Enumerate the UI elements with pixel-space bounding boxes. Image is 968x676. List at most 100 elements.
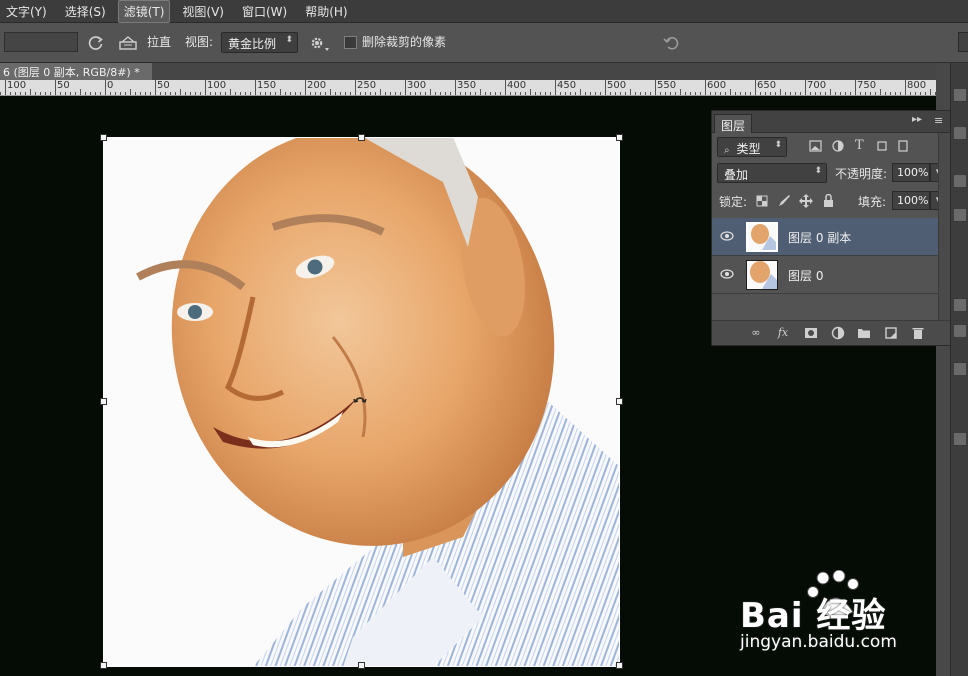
ruler-tick <box>860 92 861 95</box>
layer-name[interactable]: 图层 0 副本 <box>788 229 851 246</box>
crop-handle-bl[interactable] <box>100 662 107 669</box>
strip-button-1[interactable] <box>954 89 966 101</box>
straighten-icon[interactable] <box>118 34 138 52</box>
visibility-eye-icon[interactable] <box>720 268 734 280</box>
strip-button-4[interactable] <box>954 209 966 221</box>
ruler-tick <box>350 92 351 95</box>
menu-help[interactable]: 帮助(H) <box>299 0 353 23</box>
ruler-label: 550 <box>657 80 677 91</box>
collapse-icon[interactable]: ▸▸ <box>912 114 922 125</box>
link-layers-icon[interactable]: ∞ <box>749 326 763 340</box>
ruler-tick <box>880 89 881 95</box>
ruler-tick <box>115 92 116 95</box>
add-mask-icon[interactable] <box>804 326 818 340</box>
strip-button-5[interactable] <box>954 299 966 311</box>
blend-mode-select[interactable]: 叠加 ⬍ <box>717 163 827 183</box>
menu-window[interactable]: 窗口(W) <box>236 0 293 23</box>
lock-move-icon[interactable] <box>799 194 813 208</box>
settings-gear-icon[interactable] <box>309 35 331 53</box>
ruler-label: 750 <box>857 80 877 91</box>
baidu-brand: Bai 经验 <box>740 596 887 636</box>
ruler-tick <box>125 92 126 95</box>
strip-button-6[interactable] <box>954 325 966 337</box>
layers-tab[interactable]: 图层 <box>714 114 753 133</box>
ruler-tick <box>300 92 301 95</box>
ruler-tick <box>365 92 366 95</box>
crop-handle-bc[interactable] <box>358 662 365 669</box>
ruler-tick <box>930 89 931 95</box>
crop-handle-br[interactable] <box>616 662 623 669</box>
view-select[interactable]: 黄金比例 ⬍ <box>221 32 298 53</box>
reset-icon[interactable] <box>662 35 680 51</box>
ruler-tick <box>175 92 176 95</box>
crop-handle-ml[interactable] <box>100 398 107 405</box>
lock-transparent-icon[interactable] <box>756 195 768 207</box>
smart-object-filter-icon[interactable] <box>897 140 909 152</box>
visibility-eye-icon[interactable] <box>720 230 734 242</box>
ruler-tick <box>375 92 376 95</box>
ruler-tick <box>225 92 226 95</box>
menu-select[interactable]: 选择(S) <box>59 0 112 23</box>
strip-button-2[interactable] <box>954 127 966 139</box>
fx-icon[interactable]: fx <box>776 326 790 340</box>
strip-button-3[interactable] <box>954 175 966 187</box>
ruler-tick <box>385 92 386 95</box>
ruler-tick <box>415 92 416 95</box>
strip-button-7[interactable] <box>954 363 966 375</box>
ruler-tick <box>655 80 656 95</box>
layers-scrollbar[interactable] <box>938 133 950 320</box>
filter-kind-select[interactable]: ⌕ 类型 ⬍ <box>717 137 787 157</box>
lock-brush-icon[interactable] <box>777 194 791 207</box>
pixel-filter-icon[interactable] <box>809 140 822 152</box>
rotate-icon[interactable] <box>88 35 104 51</box>
ruler-tick <box>520 92 521 95</box>
ruler-tick <box>855 80 856 95</box>
ruler-tick <box>80 89 81 95</box>
straighten-label[interactable]: 拉直 <box>147 33 171 50</box>
ruler-label: 650 <box>757 80 777 91</box>
ruler-tick <box>25 92 26 95</box>
ratio-input[interactable] <box>4 32 78 52</box>
ruler-tick <box>335 92 336 95</box>
opacity-field[interactable]: 100% <box>892 163 930 182</box>
opacity-label: 不透明度: <box>835 167 888 181</box>
crop-handle-tl[interactable] <box>100 134 107 141</box>
panel-menu-icon[interactable]: ≡ <box>934 114 943 127</box>
adjustment-layer-icon[interactable] <box>831 326 845 340</box>
ruler-tick <box>885 92 886 95</box>
ruler-tick <box>910 92 911 95</box>
ruler-tick <box>410 92 411 95</box>
ruler-label: 600 <box>707 80 727 91</box>
crop-handle-tc[interactable] <box>358 134 365 141</box>
crop-handle-tr[interactable] <box>616 134 623 141</box>
delete-pixels-checkbox[interactable] <box>344 36 357 49</box>
right-tool-strip <box>950 63 968 676</box>
layer-row-base[interactable]: 图层 0 <box>712 256 938 294</box>
fill-field[interactable]: 100% <box>892 191 930 210</box>
menu-view[interactable]: 视图(V) <box>176 0 230 23</box>
layer-name[interactable]: 图层 0 <box>788 267 823 284</box>
ruler-tick <box>735 92 736 95</box>
ruler-tick <box>660 92 661 95</box>
commit-button[interactable] <box>958 32 968 52</box>
new-group-icon[interactable] <box>857 326 871 340</box>
horizontal-ruler[interactable]: 100 50 0 50 100 150 200 250 300 350 400 450 500 550 60… <box>0 80 936 96</box>
adjustment-filter-icon[interactable] <box>832 140 844 152</box>
shape-filter-icon[interactable] <box>876 140 888 152</box>
lock-label: 锁定: <box>719 195 748 209</box>
strip-button-8[interactable] <box>954 433 966 445</box>
menu-filter[interactable]: 滤镜(T) <box>117 0 171 23</box>
document-tab[interactable]: 6 (图层 0 副本, RGB/8#) * × <box>0 63 160 80</box>
type-filter-icon[interactable]: T <box>855 138 864 153</box>
ruler-tick <box>585 92 586 95</box>
ruler-tick <box>635 92 636 95</box>
new-layer-icon[interactable] <box>884 326 898 340</box>
layer-row-copy[interactable]: 图层 0 副本 <box>712 218 938 256</box>
ruler-tick <box>180 89 181 95</box>
lock-all-icon[interactable] <box>823 194 834 207</box>
delete-layer-icon[interactable] <box>911 326 925 340</box>
crop-handle-mr[interactable] <box>616 398 623 405</box>
ruler-tick <box>150 92 151 95</box>
menu-type[interactable]: 文字(Y) <box>0 0 53 23</box>
filter-kind-value: 类型 <box>736 142 761 156</box>
